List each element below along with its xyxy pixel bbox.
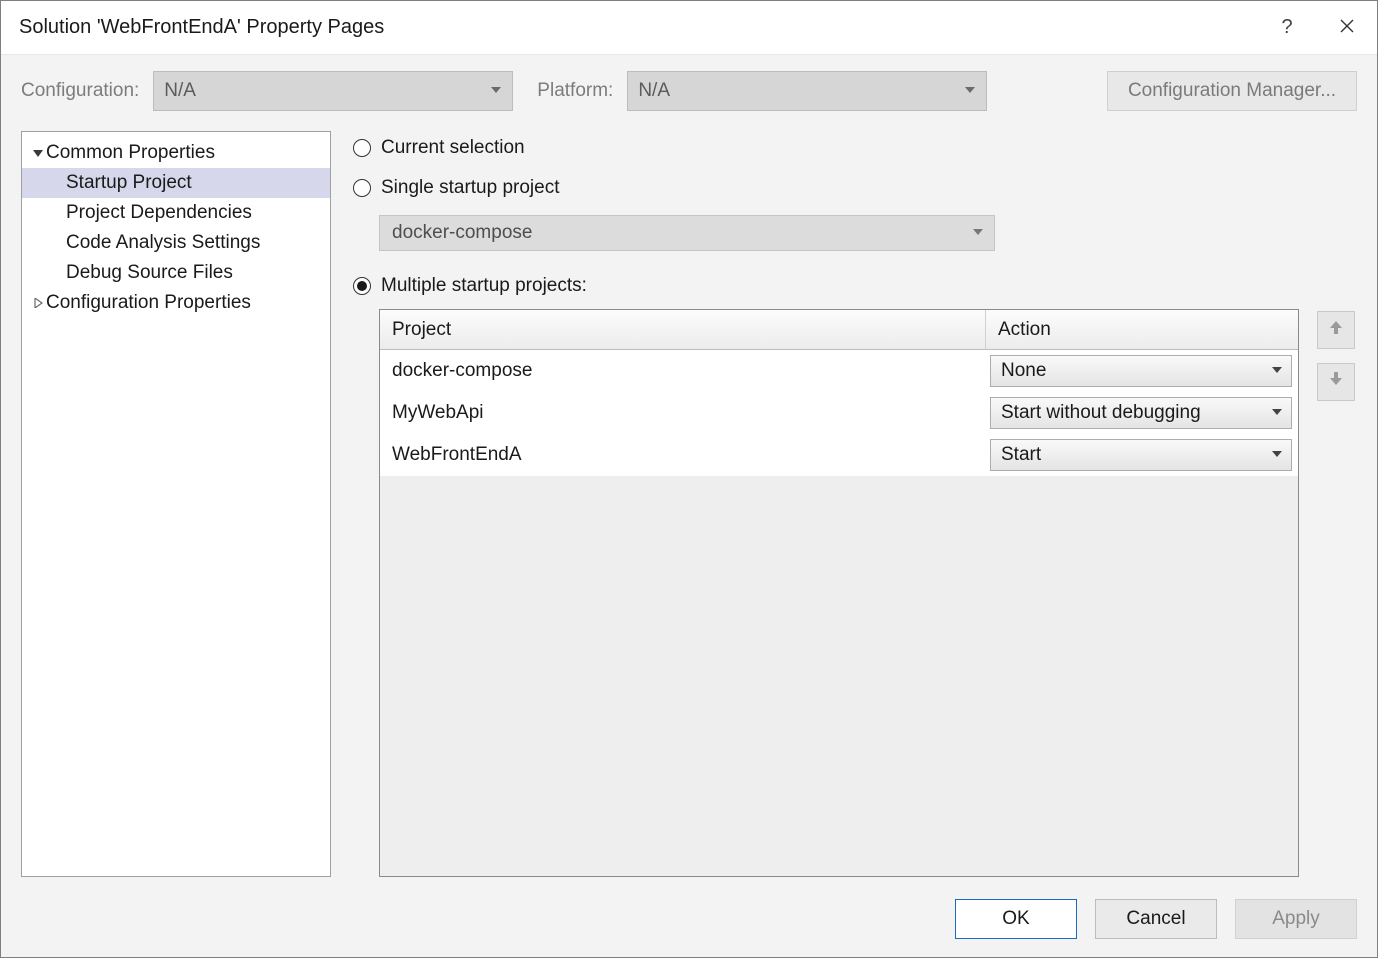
chevron-down-icon (964, 80, 976, 102)
help-icon: ? (1281, 16, 1292, 39)
move-up-button[interactable] (1317, 311, 1355, 349)
action-combo[interactable]: Start without debugging (990, 397, 1292, 429)
reorder-buttons (1317, 309, 1357, 877)
arrow-up-icon (1328, 319, 1344, 341)
help-button[interactable]: ? (1257, 1, 1317, 55)
chevron-down-icon (490, 80, 502, 102)
tree-label: Debug Source Files (66, 262, 233, 284)
triangle-right-icon (30, 298, 46, 308)
config-platform-row: Configuration: N/A Platform: N/A Configu… (21, 71, 1357, 111)
tree-node-code-analysis-settings[interactable]: Code Analysis Settings (22, 228, 330, 258)
cancel-button[interactable]: Cancel (1095, 899, 1217, 939)
body-split: Common Properties Startup Project Projec… (21, 131, 1357, 877)
main-area: Configuration: N/A Platform: N/A Configu… (1, 55, 1377, 957)
tree-label: Project Dependencies (66, 202, 252, 224)
radio-icon (353, 277, 371, 295)
radio-single-startup[interactable]: Single startup project (353, 171, 1357, 205)
arrow-down-icon (1328, 371, 1344, 393)
radio-multiple-startup[interactable]: Multiple startup projects: (353, 269, 1357, 303)
radio-label: Single startup project (381, 177, 560, 199)
grid-wrap: Project Action docker-compose None (379, 309, 1357, 877)
grid-row[interactable]: docker-compose None (380, 350, 1298, 392)
chevron-down-icon (972, 222, 984, 244)
property-tree[interactable]: Common Properties Startup Project Projec… (21, 131, 331, 877)
move-down-button[interactable] (1317, 363, 1355, 401)
cell-project: docker-compose (380, 360, 986, 382)
configuration-label: Configuration: (21, 80, 139, 102)
action-combo[interactable]: Start (990, 439, 1292, 471)
radio-icon (353, 139, 371, 157)
tree-node-configuration-properties[interactable]: Configuration Properties (22, 288, 330, 318)
tree-label: Code Analysis Settings (66, 232, 260, 254)
configuration-value: N/A (164, 80, 196, 102)
startup-projects-grid[interactable]: Project Action docker-compose None (379, 309, 1299, 877)
action-value: Start (1001, 444, 1041, 466)
apply-button[interactable]: Apply (1235, 899, 1357, 939)
single-startup-combo[interactable]: docker-compose (379, 215, 995, 251)
platform-label: Platform: (537, 80, 613, 102)
window-title: Solution 'WebFrontEndA' Property Pages (19, 16, 1257, 39)
column-header-action[interactable]: Action (986, 310, 1298, 349)
tree-node-project-dependencies[interactable]: Project Dependencies (22, 198, 330, 228)
radio-label: Current selection (381, 137, 525, 159)
single-startup-value: docker-compose (392, 222, 532, 244)
button-label: OK (1002, 908, 1029, 930)
tree-node-startup-project[interactable]: Startup Project (22, 168, 330, 198)
grid-row[interactable]: MyWebApi Start without debugging (380, 392, 1298, 434)
configuration-combo[interactable]: N/A (153, 71, 513, 111)
radio-icon (353, 179, 371, 197)
platform-combo[interactable]: N/A (627, 71, 987, 111)
triangle-down-icon (30, 148, 46, 158)
chevron-down-icon (1271, 402, 1283, 424)
platform-value: N/A (638, 80, 670, 102)
tree-label: Common Properties (46, 142, 215, 164)
radio-label: Multiple startup projects: (381, 275, 587, 297)
close-icon (1340, 17, 1354, 39)
configuration-manager-button[interactable]: Configuration Manager... (1107, 71, 1357, 111)
action-combo[interactable]: None (990, 355, 1292, 387)
cell-project: MyWebApi (380, 402, 986, 424)
button-label: Apply (1272, 908, 1320, 930)
content-pane: Current selection Single startup project… (353, 131, 1357, 877)
cell-project: WebFrontEndA (380, 444, 986, 466)
column-header-project[interactable]: Project (380, 310, 986, 349)
tree-label: Configuration Properties (46, 292, 251, 314)
grid-empty-area (380, 476, 1298, 876)
ok-button[interactable]: OK (955, 899, 1077, 939)
chevron-down-icon (1271, 444, 1283, 466)
tree-node-common-properties[interactable]: Common Properties (22, 138, 330, 168)
button-label: Cancel (1126, 908, 1185, 930)
dialog-footer: OK Cancel Apply (21, 877, 1357, 939)
grid-header: Project Action (380, 310, 1298, 350)
chevron-down-icon (1271, 360, 1283, 382)
tree-node-debug-source-files[interactable]: Debug Source Files (22, 258, 330, 288)
grid-row[interactable]: WebFrontEndA Start (380, 434, 1298, 476)
title-bar: Solution 'WebFrontEndA' Property Pages ? (1, 1, 1377, 55)
action-value: Start without debugging (1001, 402, 1201, 424)
radio-current-selection[interactable]: Current selection (353, 131, 1357, 165)
dialog-window: Solution 'WebFrontEndA' Property Pages ?… (0, 0, 1378, 958)
tree-label: Startup Project (66, 172, 192, 194)
configuration-manager-label: Configuration Manager... (1128, 80, 1336, 102)
action-value: None (1001, 360, 1046, 382)
startup-project-form: Current selection Single startup project… (353, 131, 1357, 877)
close-button[interactable] (1317, 1, 1377, 55)
